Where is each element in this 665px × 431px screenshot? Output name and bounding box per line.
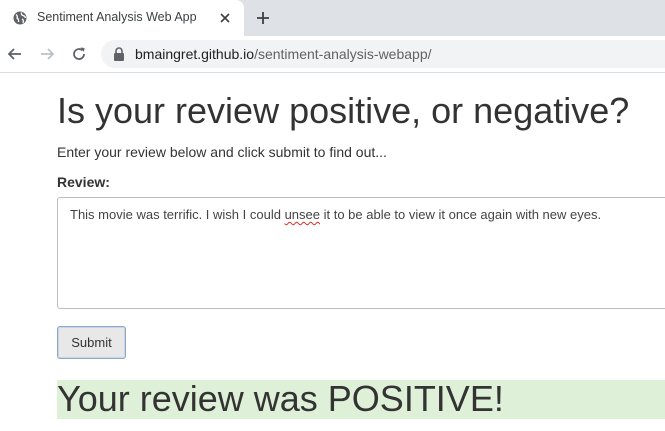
tab-strip: Sentiment Analysis Web App <box>0 0 665 36</box>
result-banner: Your review was POSITIVE! <box>57 378 665 419</box>
reload-icon[interactable] <box>70 45 88 63</box>
lock-icon[interactable] <box>113 47 125 61</box>
url-text: bmaingret.github.io/sentiment-analysis-w… <box>135 46 432 62</box>
review-text-start: This movie was terrific. I wish I could <box>70 207 285 222</box>
plus-icon[interactable] <box>256 11 270 25</box>
tab-title: Sentiment Analysis Web App <box>37 10 197 24</box>
close-icon[interactable] <box>218 11 232 25</box>
result-text: Your review was POSITIVE! <box>57 378 504 419</box>
misspelled-word: unsee <box>284 207 320 222</box>
back-arrow-icon[interactable] <box>6 45 24 63</box>
url-path: /sentiment-analysis-webapp/ <box>254 46 432 62</box>
globe-icon <box>13 11 27 25</box>
review-text-end: it to be able to view it once again with… <box>319 207 602 222</box>
review-label: Review: <box>57 174 110 190</box>
submit-button[interactable]: Submit <box>57 326 126 359</box>
review-textarea[interactable]: This movie was terrific. I wish I could … <box>57 197 665 309</box>
forward-arrow-icon[interactable] <box>38 45 56 63</box>
intro-text: Enter your review below and click submit… <box>57 144 387 160</box>
url-domain: bmaingret.github.io <box>135 46 255 62</box>
review-text: This movie was terrific. I wish I could … <box>70 207 601 222</box>
page-title: Is your review positive, or negative? <box>57 90 630 131</box>
address-bar[interactable]: bmaingret.github.io/sentiment-analysis-w… <box>101 40 665 68</box>
tab-sentiment-analysis[interactable]: Sentiment Analysis Web App <box>0 0 244 36</box>
page-content: Is your review positive, or negative? En… <box>0 73 665 431</box>
